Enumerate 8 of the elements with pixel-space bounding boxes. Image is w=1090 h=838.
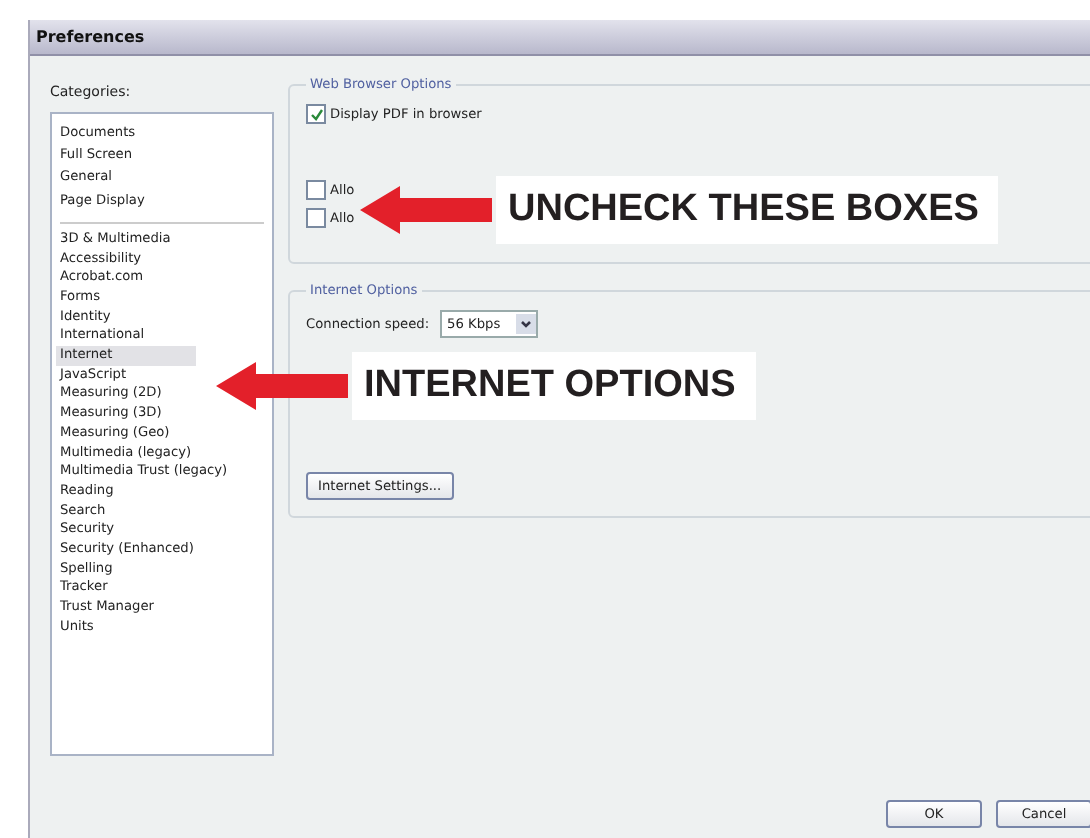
arrow-icon xyxy=(356,184,496,236)
window-title: Preferences xyxy=(34,28,145,46)
checkbox[interactable] xyxy=(306,208,326,228)
checkbox[interactable] xyxy=(306,180,326,200)
arrow-icon xyxy=(212,360,352,412)
callout-text: INTERNET OPTIONS xyxy=(352,352,756,420)
checkbox[interactable] xyxy=(306,104,326,124)
callout-text: UNCHECK THESE BOXES xyxy=(496,176,999,244)
